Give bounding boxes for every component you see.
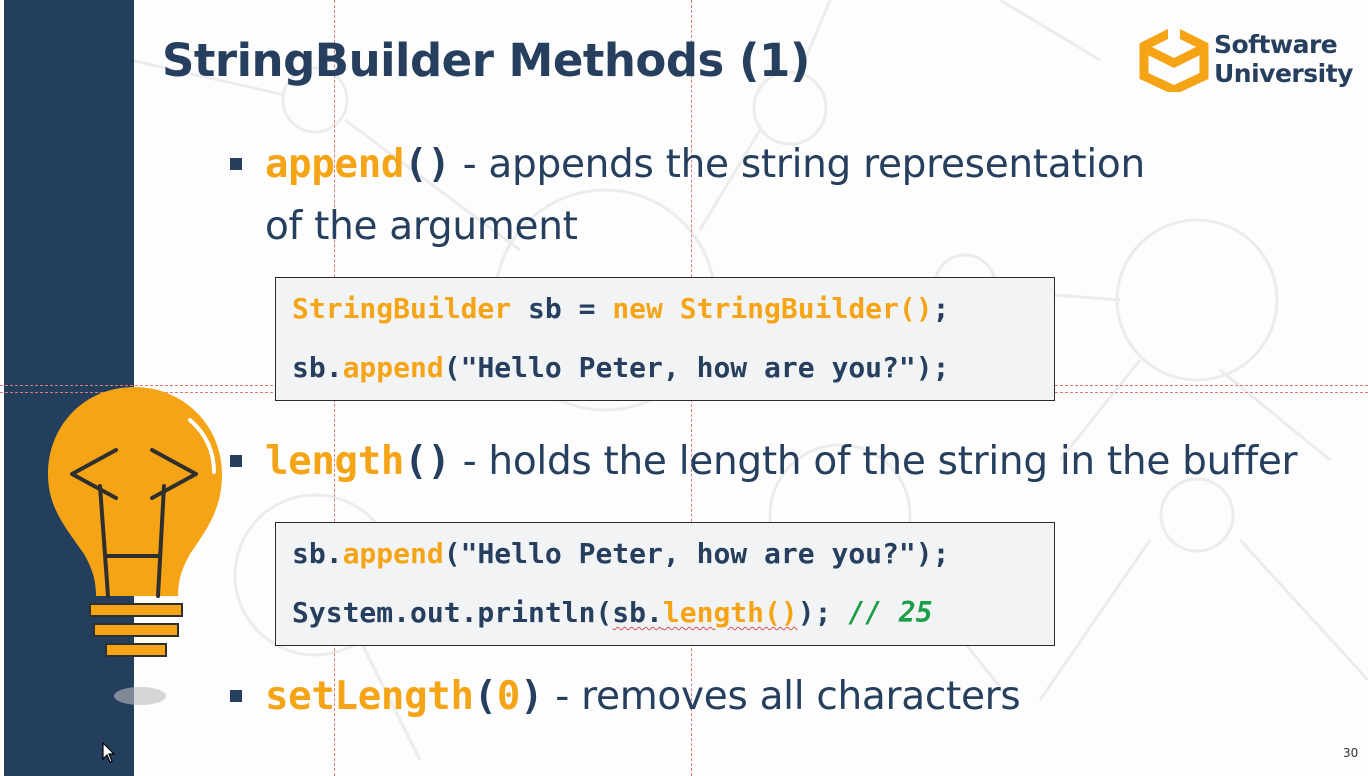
code-line: sb.append("Hello Peter, how are you?"); xyxy=(292,537,949,570)
bullet-append: append() - appends the string representa… xyxy=(265,142,1145,187)
bullet-setlength-desc: - removes all characters xyxy=(543,674,1021,719)
code-comment: // 25 xyxy=(848,596,933,629)
method-setlength: setLength xyxy=(265,674,474,719)
logo-text: Software University xyxy=(1214,30,1353,88)
method-append: append xyxy=(265,142,405,187)
logo-text-line2: University xyxy=(1214,59,1353,88)
bullet-append-desc: - appends the string representation xyxy=(450,142,1146,187)
code-method: append xyxy=(342,537,444,570)
mouse-cursor-icon xyxy=(102,742,116,763)
code-line: sb.append("Hello Peter, how are you?"); xyxy=(292,351,949,384)
softuni-logo: Software University xyxy=(1138,28,1353,92)
lightbulb-icon xyxy=(48,387,222,705)
method-arg: 0 xyxy=(496,674,520,719)
code-line: System.out.println(sb.length()); // 25 xyxy=(292,596,933,629)
slide: StringBuilder Methods (1) Software Unive… xyxy=(0,0,1368,776)
code-type: StringBuilder xyxy=(292,292,512,325)
bullet-length-desc: - holds the length of the string in the … xyxy=(450,439,1298,484)
code-obj: sb. xyxy=(292,351,343,384)
code-new-keyword: new xyxy=(612,292,663,325)
method-length: length xyxy=(265,439,405,484)
code-constructor: StringBuilder() xyxy=(679,292,933,325)
bullet-append-desc-line2: of the argument xyxy=(265,204,578,249)
method-paren-open: ( xyxy=(473,674,497,719)
code-block-length: sb.append("Hello Peter, how are you?"); … xyxy=(275,522,1055,646)
code-line: StringBuilder sb = new StringBuilder(); xyxy=(292,292,949,325)
code-semicolon: ; xyxy=(932,292,950,325)
method-parens: () xyxy=(404,439,451,484)
bullet-marker xyxy=(230,158,242,170)
code-block-append: StringBuilder sb = new StringBuilder(); … xyxy=(275,277,1055,401)
code-prefix: System.out.println( xyxy=(292,596,613,629)
code-args: ("Hello Peter, how are you?"); xyxy=(443,537,950,570)
code-var: sb = xyxy=(511,292,613,325)
bullet-length: length() - holds the length of the strin… xyxy=(265,439,1298,484)
slide-title: StringBuilder Methods (1) xyxy=(162,34,810,87)
code-method: append xyxy=(342,351,444,384)
bullet-setlength: setLength(0) - removes all characters xyxy=(265,674,1021,719)
code-method: length() xyxy=(662,596,798,629)
page-number: 30 xyxy=(1343,746,1359,760)
code-args: ("Hello Peter, how are you?"); xyxy=(443,351,950,384)
method-parens: () xyxy=(404,142,451,187)
logo-text-line1: Software xyxy=(1214,30,1338,59)
bullet-marker xyxy=(230,455,242,467)
code-suffix: ); xyxy=(797,596,849,629)
code-obj: sb. xyxy=(292,537,343,570)
bullet-marker xyxy=(230,690,242,702)
method-paren-close: ) xyxy=(520,674,544,719)
softuni-logo-icon xyxy=(1139,28,1209,92)
code-obj: sb. xyxy=(612,596,663,629)
